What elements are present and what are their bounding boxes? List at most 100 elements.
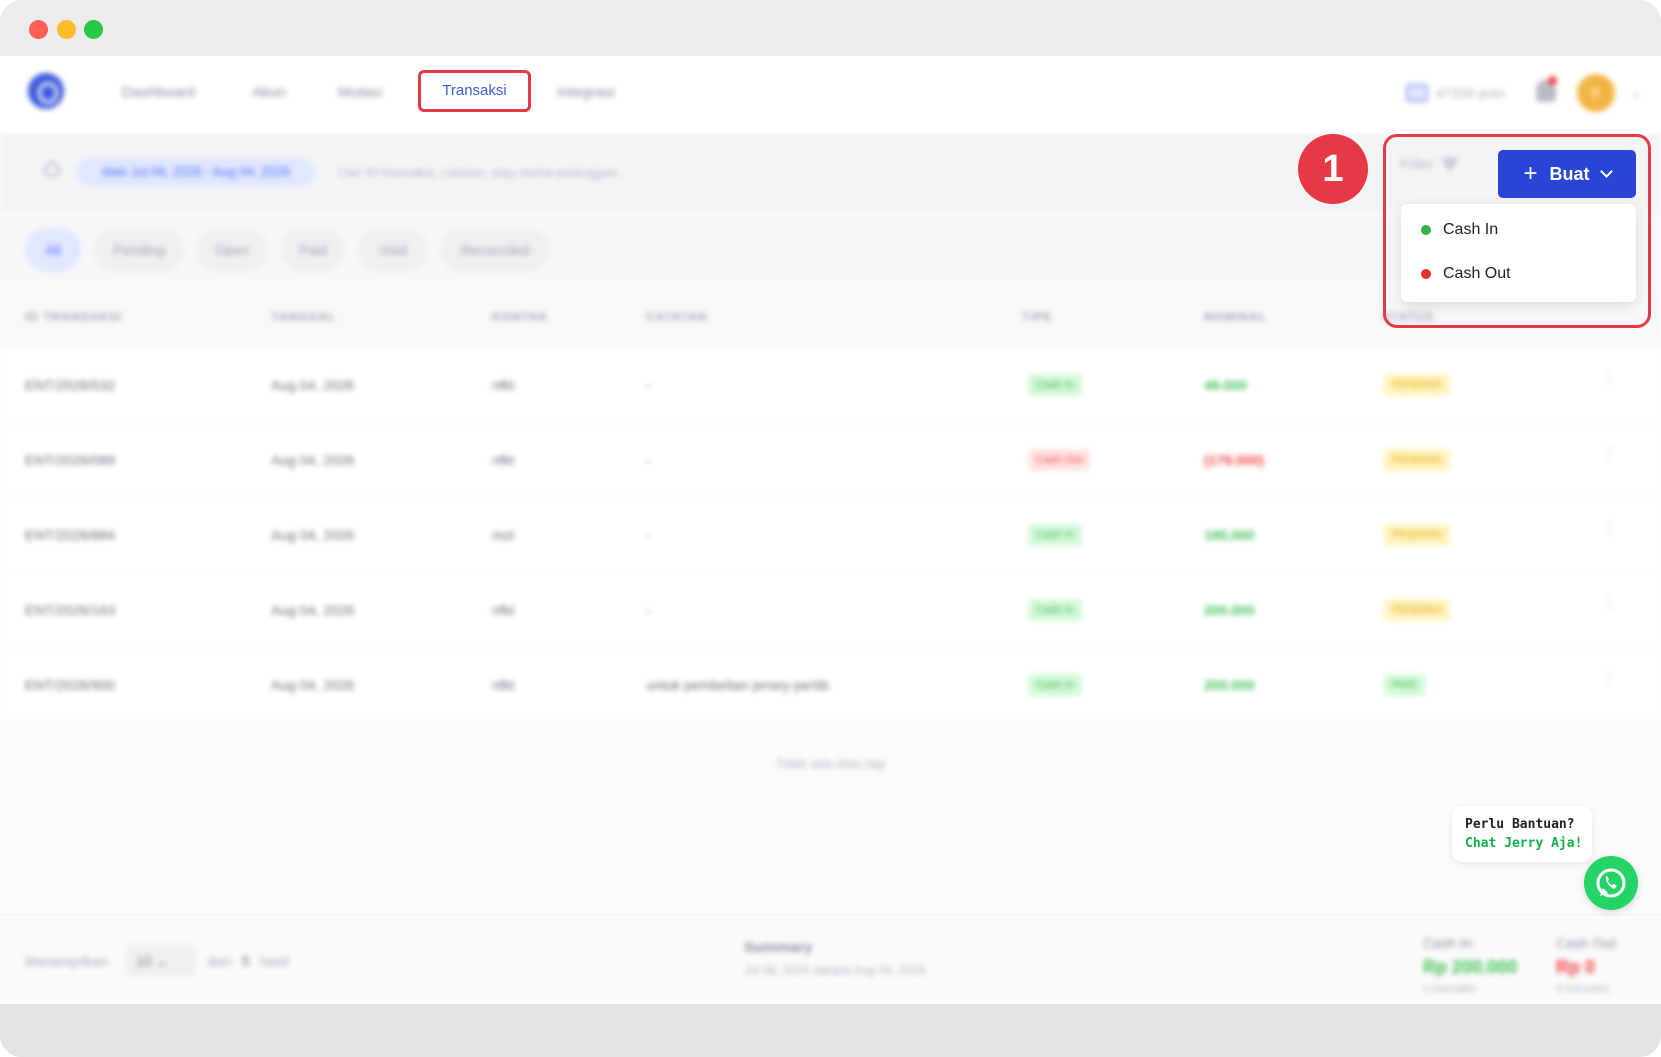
status-badge: PENDING	[1384, 524, 1451, 546]
transaction-id[interactable]: ENT/2026/900	[25, 677, 115, 693]
transaction-date: Aug 04, 2026	[271, 602, 355, 618]
menu-item-cash-out[interactable]: Cash Out	[1421, 262, 1511, 286]
table-row[interactable]: ENT/2026/032 Aug 04, 2026 nfkt - Cash In…	[0, 348, 1661, 423]
whatsapp-icon[interactable]	[1584, 856, 1638, 910]
tab-paid[interactable]: Paid	[281, 228, 345, 272]
help-line-2: Chat Jerry Aja!	[1465, 836, 1583, 851]
menu-item-label: Cash Out	[1443, 265, 1511, 282]
filter-label: Filter	[1400, 156, 1434, 173]
transaction-id[interactable]: ENT/2026/032	[25, 377, 115, 393]
brand-logo-icon[interactable]	[28, 73, 64, 109]
transaction-contact: nfkt	[492, 677, 515, 693]
points-label: 47200 poin	[1436, 85, 1506, 101]
more-menu-icon[interactable]: ⋮	[1601, 521, 1617, 542]
transaction-id[interactable]: ENT/2026/163	[25, 602, 115, 618]
step-callout-badge: 1	[1298, 134, 1368, 204]
filter-icon	[1441, 157, 1460, 172]
end-of-data-note: Tidak ada data lagi	[775, 756, 886, 771]
date-range-chip[interactable]: date Jul 06, 2026 - Aug 04, 2026	[76, 158, 316, 186]
column-header[interactable]: TANGGAL	[271, 310, 336, 324]
status-badge: PENDING	[1384, 449, 1451, 471]
result-label: hasil	[260, 953, 289, 969]
transaction-amount: 49.000	[1204, 377, 1247, 393]
column-header[interactable]: CATATAN	[646, 310, 707, 324]
close-window-button[interactable]	[29, 20, 48, 39]
transaction-contact: mzt	[492, 527, 515, 543]
window-bottom-bar	[0, 1004, 1661, 1057]
tab-pending[interactable]: Pending	[94, 228, 184, 272]
transaction-note: -	[646, 377, 651, 393]
status-badge: PENDING	[1384, 599, 1451, 621]
tab-reconciled[interactable]: Reconciled	[440, 228, 550, 272]
app-content: Dashboard Akun Mutasi Integrasi 47200 po…	[0, 56, 1661, 1004]
column-header[interactable]: KONTAK	[492, 310, 548, 324]
search-input[interactable]	[338, 158, 698, 186]
chevron-down-icon[interactable]: ⌄	[1630, 84, 1642, 101]
cash-out-count: 0 transaksi	[1556, 983, 1610, 995]
menu-item-cash-in[interactable]: Cash In	[1421, 218, 1498, 242]
help-line-1: Perlu Bantuan?	[1465, 817, 1575, 832]
type-badge: Cash In	[1028, 524, 1082, 546]
maximize-window-button[interactable]	[84, 20, 103, 39]
per-page-select[interactable]: 10 ⌄	[126, 945, 196, 977]
nav-mutasi[interactable]: Mutasi	[338, 84, 382, 101]
of-label: dari	[208, 953, 232, 969]
transaction-contact: nfkt	[492, 452, 515, 468]
transaction-date: Aug 04, 2026	[271, 377, 355, 393]
summary-range: Jul 06, 2026 sampai Aug 04, 2026	[744, 963, 926, 977]
transaction-contact: nfkt	[492, 377, 515, 393]
notification-dot	[1548, 76, 1557, 85]
type-badge: Cash Out	[1028, 449, 1091, 471]
create-dropdown-menu: Cash In Cash Out	[1401, 204, 1636, 302]
status-badge: PENDING	[1384, 374, 1451, 396]
tab-void[interactable]: Void	[358, 228, 428, 272]
nav-akun[interactable]: Akun	[252, 84, 286, 101]
transaction-id[interactable]: ENT/2026/089	[25, 452, 115, 468]
cash-in-label: Cash In:	[1423, 935, 1476, 951]
cash-out-label: Cash Out:	[1556, 935, 1620, 951]
tab-all[interactable]: All	[25, 228, 81, 272]
nav-integrasi[interactable]: Integrasi	[557, 84, 615, 101]
app-window: Dashboard Akun Mutasi Integrasi 47200 po…	[0, 0, 1661, 1057]
more-menu-icon[interactable]: ⋮	[1601, 371, 1617, 392]
nav-dashboard[interactable]: Dashboard	[122, 84, 195, 101]
create-button[interactable]: + Buat	[1498, 150, 1636, 198]
tab-open[interactable]: Open	[196, 228, 268, 272]
transaction-date: Aug 04, 2026	[271, 452, 355, 468]
transaction-id[interactable]: ENT/2026/884	[25, 527, 115, 543]
filter-button[interactable]: Filter	[1400, 156, 1460, 173]
column-header[interactable]: TIPE	[1022, 310, 1053, 324]
table-row[interactable]: ENT/2026/089 Aug 04, 2026 nfkt - Cash Ou…	[0, 423, 1661, 498]
table-footer: Menampilkan 10 ⌄ dari 5 hasil Summary Ju…	[0, 914, 1661, 1004]
user-avatar[interactable]: F	[1577, 74, 1615, 112]
help-bubble[interactable]: Perlu Bantuan? Chat Jerry Aja!	[1452, 806, 1592, 862]
top-navigation: Dashboard Akun Mutasi Integrasi 47200 po…	[0, 56, 1661, 134]
table-row[interactable]: ENT/2026/163 Aug 04, 2026 nfkt - Cash In…	[0, 573, 1661, 648]
cash-in-count: 1 transaksi	[1423, 983, 1477, 995]
minimize-window-button[interactable]	[57, 20, 76, 39]
nav-transaksi[interactable]: Transaksi	[418, 70, 531, 112]
table-row[interactable]: ENT/2026/900 Aug 04, 2026 nfkt untuk pem…	[0, 648, 1661, 723]
transaction-contact: nfkt	[492, 602, 515, 618]
title-bar	[0, 0, 1661, 56]
green-dot-icon	[1421, 225, 1431, 235]
transaction-amount: (179.000)	[1204, 452, 1264, 468]
total-count: 5	[242, 953, 250, 969]
showing-label: Menampilkan	[25, 953, 109, 969]
status-badge: PAID	[1384, 674, 1425, 696]
transaction-note: -	[646, 527, 651, 543]
chevron-down-icon	[1599, 165, 1613, 178]
more-menu-icon[interactable]: ⋮	[1601, 671, 1617, 692]
red-dot-icon	[1421, 269, 1431, 279]
more-menu-icon[interactable]: ⋮	[1601, 596, 1617, 617]
create-button-label: Buat	[1549, 163, 1590, 184]
more-menu-icon[interactable]: ⋮	[1601, 446, 1617, 467]
table-row[interactable]: ENT/2026/884 Aug 04, 2026 mzt - Cash In …	[0, 498, 1661, 573]
summary-title: Summary	[744, 939, 813, 956]
transaction-date: Aug 04, 2026	[271, 527, 355, 543]
menu-item-label: Cash In	[1443, 221, 1499, 238]
cash-in-value: Rp 200.000	[1423, 957, 1518, 977]
transaction-amount: 200.000	[1204, 602, 1255, 618]
column-header[interactable]: ID TRANSAKSI	[25, 310, 122, 324]
column-header[interactable]: NOMINAL	[1204, 310, 1267, 324]
